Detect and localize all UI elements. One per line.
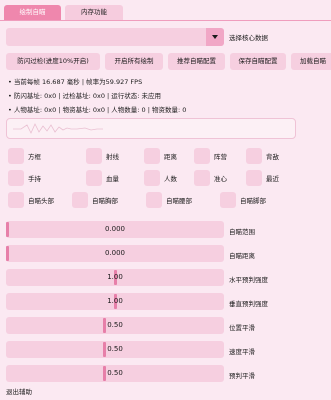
slider-value: 0.50 bbox=[107, 321, 123, 329]
checkbox-label: 准心 bbox=[214, 175, 227, 183]
slider-label: 位置平滑 bbox=[229, 324, 255, 332]
checkbox-player-count[interactable]: 人数 bbox=[144, 170, 177, 186]
checkbox-crosshair[interactable]: 准心 bbox=[194, 170, 227, 186]
slider-aim-distance[interactable]: 0.000 bbox=[6, 245, 224, 262]
chevron-down-icon[interactable] bbox=[206, 28, 224, 46]
frame-time-wave bbox=[13, 123, 103, 134]
exit-assist-button[interactable]: 退出辅助 bbox=[6, 386, 32, 396]
entity-info: 人物基址: 0x0 | 物资基址: 0x0 | 人物数量: 0 | 物资数量: … bbox=[8, 104, 187, 114]
checkbox-label: 自瞄头部 bbox=[28, 197, 54, 205]
checkbox-label: 自瞄腰部 bbox=[166, 197, 192, 205]
button-row: 防闪过检(进度10%开启) 开启所有绘制 推荐自瞄配置 保存自瞄配置 加载自瞄 bbox=[6, 53, 331, 70]
checkbox-aim-chest[interactable]: 自瞄胸部 bbox=[72, 192, 118, 208]
checkbox-aim-head[interactable]: 自瞄头部 bbox=[8, 192, 54, 208]
slider-value: 0.50 bbox=[107, 369, 123, 377]
slider-position-smoothing[interactable]: 0.50 bbox=[6, 317, 224, 334]
slider-label: 速度平滑 bbox=[229, 348, 255, 356]
slider-value: 1.00 bbox=[107, 297, 123, 305]
slider-value: 1.00 bbox=[107, 273, 123, 281]
checkbox-aim-waist[interactable]: 自瞄腰部 bbox=[146, 192, 192, 208]
checkbox-label: 手持 bbox=[28, 175, 41, 183]
slider-value: 0.000 bbox=[104, 225, 126, 233]
checkbox-box[interactable] bbox=[194, 170, 210, 186]
checkbox-box[interactable] bbox=[144, 170, 160, 186]
checkbox-box[interactable] bbox=[72, 192, 88, 208]
checkbox-box-esp[interactable]: 方框 bbox=[8, 148, 41, 164]
checkbox-label: 射线 bbox=[106, 153, 119, 161]
checkbox-box[interactable] bbox=[8, 192, 24, 208]
checkbox-box[interactable] bbox=[246, 170, 262, 186]
checkbox-box[interactable] bbox=[86, 148, 102, 164]
slider-value: 0.50 bbox=[107, 345, 123, 353]
checkbox-behind-enemy[interactable]: 背敌 bbox=[246, 148, 279, 164]
core-data-select[interactable] bbox=[6, 28, 224, 46]
tab-memory[interactable]: 内存功能 bbox=[65, 5, 123, 20]
checkbox-label: 人数 bbox=[164, 175, 177, 183]
anti-flash-button[interactable]: 防闪过检(进度10%开启) bbox=[6, 53, 100, 70]
checkbox-box[interactable] bbox=[8, 170, 24, 186]
checkbox-health[interactable]: 血量 bbox=[86, 170, 119, 186]
load-aim-config-button[interactable]: 加载自瞄 bbox=[291, 53, 331, 70]
slider-horizontal-prediction[interactable]: 1.00 bbox=[6, 269, 224, 286]
checkbox-box[interactable] bbox=[194, 148, 210, 164]
core-data-select-label: 选择核心数据 bbox=[229, 34, 268, 42]
slider-label: 垂直预判强度 bbox=[229, 300, 268, 308]
frame-info: 当前每帧 16.687 毫秒 | 帧率为59.927 FPS bbox=[8, 76, 142, 86]
checkbox-weapon[interactable]: 手持 bbox=[8, 170, 41, 186]
enable-all-draw-button[interactable]: 开启所有绘制 bbox=[105, 53, 163, 70]
checkbox-box[interactable] bbox=[144, 148, 160, 164]
checkbox-box[interactable] bbox=[86, 170, 102, 186]
slider-prediction-smoothing[interactable]: 0.50 bbox=[6, 365, 224, 382]
tab-draw-aim[interactable]: 绘制自瞄 bbox=[4, 5, 61, 20]
checkbox-nearest[interactable]: 最近 bbox=[246, 170, 279, 186]
checkbox-box[interactable] bbox=[8, 148, 24, 164]
checkbox-label: 方框 bbox=[28, 153, 41, 161]
recommend-aim-config-button[interactable]: 推荐自瞄配置 bbox=[168, 53, 225, 70]
slider-vertical-prediction[interactable]: 1.00 bbox=[6, 293, 224, 310]
checkbox-distance[interactable]: 距离 bbox=[144, 148, 177, 164]
checkbox-team[interactable]: 阵营 bbox=[194, 148, 227, 164]
checkbox-label: 阵营 bbox=[214, 153, 227, 161]
slider-value: 0.000 bbox=[104, 249, 126, 257]
base-address-info: 防闪基址: 0x0 | 过检基址: 0x0 | 运行状态: 未应用 bbox=[8, 90, 161, 100]
slider-speed-smoothing[interactable]: 0.50 bbox=[6, 341, 224, 358]
checkbox-label: 最近 bbox=[266, 175, 279, 183]
checkbox-box[interactable] bbox=[220, 192, 236, 208]
checkbox-label: 背敌 bbox=[266, 153, 279, 161]
checkbox-label: 自瞄胸部 bbox=[92, 197, 118, 205]
tab-bar: 绘制自瞄 内存功能 bbox=[4, 5, 127, 20]
checkbox-box[interactable] bbox=[146, 192, 162, 208]
checkbox-line[interactable]: 射线 bbox=[86, 148, 119, 164]
slider-label: 自瞄距离 bbox=[229, 252, 255, 260]
checkbox-box[interactable] bbox=[246, 148, 262, 164]
checkbox-label: 距离 bbox=[164, 153, 177, 161]
slider-label: 水平预判强度 bbox=[229, 276, 268, 284]
slider-aim-range[interactable]: 0.000 bbox=[6, 221, 224, 238]
frame-time-graph bbox=[6, 118, 296, 139]
checkbox-label: 血量 bbox=[106, 175, 119, 183]
tab-divider bbox=[0, 20, 331, 21]
checkbox-aim-foot[interactable]: 自瞄脚部 bbox=[220, 192, 266, 208]
save-aim-config-button[interactable]: 保存自瞄配置 bbox=[230, 53, 286, 70]
slider-label: 预判平滑 bbox=[229, 372, 255, 380]
checkbox-label: 自瞄脚部 bbox=[240, 197, 266, 205]
slider-label: 自瞄范围 bbox=[229, 228, 255, 236]
